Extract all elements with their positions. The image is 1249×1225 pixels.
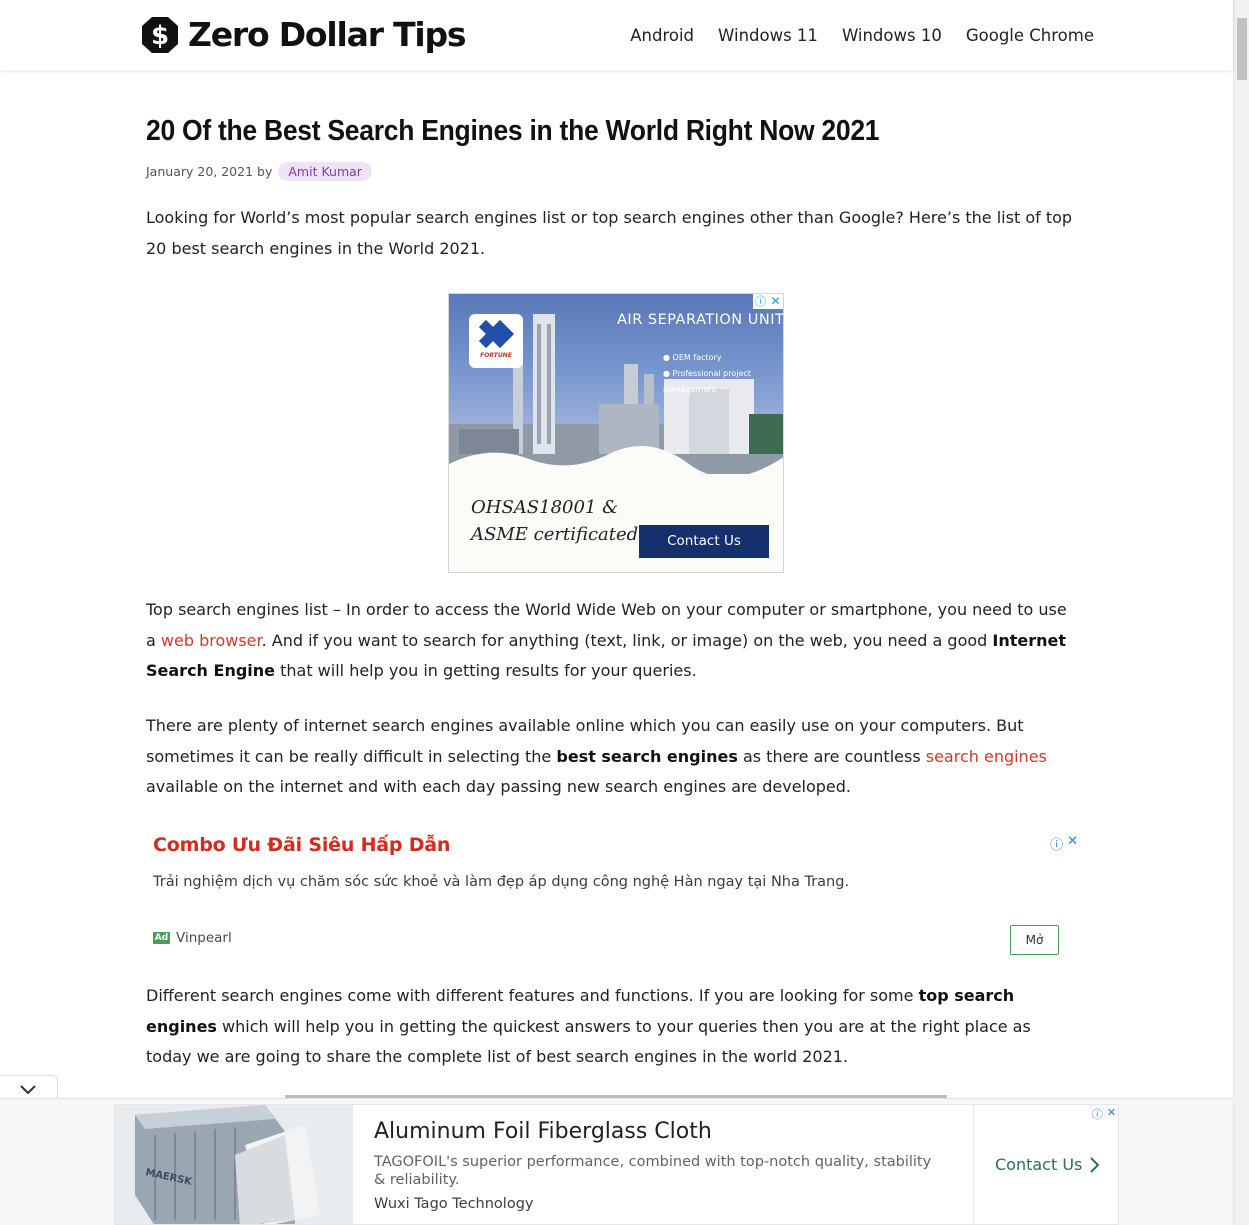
page-scrollbar[interactable] [1233, 0, 1249, 1225]
fortune-logo: FORTUNE [469, 314, 523, 368]
nav-item-windows-10[interactable]: Windows 10 [842, 24, 942, 48]
paragraph-2-bold: best search engines [556, 746, 738, 766]
dollar-logo-icon: $ [140, 15, 180, 55]
anchor-ad-headline[interactable]: Aluminum Foil Fiberglass Cloth [374, 1119, 712, 1144]
search-engines-link[interactable]: search engines [926, 747, 1047, 766]
site-header: $ Zero Dollar Tips Android Windows 11 Wi… [0, 0, 1233, 70]
chevron-down-icon [20, 1085, 36, 1095]
scrollbar-thumb[interactable] [1237, 18, 1247, 80]
text-ad-headline[interactable]: Combo Ưu Đãi Siêu Hấp Dẫn [153, 834, 450, 856]
paragraph-2: There are plenty of internet search engi… [146, 711, 1086, 803]
svg-text:$: $ [151, 21, 169, 51]
nav-item-windows-11[interactable]: Windows 11 [718, 24, 818, 48]
paragraph-1-text-c: that will help you in getting results fo… [275, 661, 697, 680]
ad-choices[interactable]: ⓘ ✕ [753, 294, 783, 309]
paragraph-2-text-c: available on the internet and with each … [146, 777, 852, 796]
paragraph-1-text-b: . And if you want to search for anything… [261, 630, 993, 650]
author-link[interactable]: Amit Kumar [278, 161, 372, 181]
anchor-ad-contact-label: Contact Us [995, 1155, 1083, 1174]
cert-line-1: OHSAS18001 & [471, 497, 619, 518]
ad-info-icon[interactable]: ⓘ [753, 294, 768, 309]
anchor-ad-description: TAGOFOIL's superior performance, combine… [374, 1154, 932, 1188]
text-ad-vinpearl[interactable]: Combo Ưu Đãi Siêu Hấp Dẫn Trải nghiệm dị… [146, 826, 1086, 966]
ad-bullets: ● OEM factory ● Professional project man… [663, 350, 783, 398]
paragraph-3: Different search engines come with diffe… [146, 981, 1081, 1073]
text-ad-advertiser[interactable]: Vinpearl [176, 930, 232, 946]
anchor-ad-advertiser[interactable]: Wuxi Tago Technology [374, 1196, 533, 1212]
cert-line-2: ASME certificated [471, 524, 639, 545]
ad-close-icon[interactable]: ✕ [768, 294, 783, 309]
chevron-right-icon [1090, 1156, 1100, 1173]
main-nav: Android Windows 11 Windows 10 Google Chr… [606, 24, 1094, 48]
text-ad-open-button[interactable]: Mở [1010, 925, 1059, 955]
paragraph-3-text-a: Different search engines come with diffe… [146, 986, 919, 1005]
nav-item-android[interactable]: Android [630, 24, 694, 48]
article-meta: January 20, 2021 by Amit Kumar [146, 160, 1086, 182]
ad-bullet: ● Professional project management [663, 369, 751, 394]
article: 20 Of the Best Search Engines in the Wor… [146, 110, 1086, 1066]
anchor-ad-contact-button[interactable]: Contact Us [995, 1155, 1100, 1174]
ad-info-icon[interactable]: ⓘ [1092, 1106, 1103, 1122]
intro-paragraph: Looking for World’s most popular search … [146, 208, 1073, 258]
web-browser-link[interactable]: web browser [161, 631, 262, 650]
post-date: January 20, 2021 [146, 163, 254, 179]
anchor-ad-choices[interactable]: ⓘ ✕ [1088, 1106, 1116, 1122]
anchor-ad-foil-cloth[interactable]: MAERSK Aluminum Foil Fiberglass Cloth TA… [114, 1104, 1119, 1225]
ad-certification-text: OHSAS18001 & ASME certificated [471, 494, 638, 548]
text-ad-choices[interactable]: ⓘ ✕ [1046, 834, 1078, 853]
ad-close-icon[interactable]: ✕ [1067, 834, 1078, 853]
site-logo-text: Zero Dollar Tips [188, 15, 467, 54]
paragraph-1: Top search engines list – In order to ac… [146, 595, 1076, 687]
anchor-ad-image: MAERSK [115, 1105, 353, 1224]
site-logo[interactable]: $ Zero Dollar Tips [140, 15, 467, 55]
ad-badge: Ad [153, 932, 170, 944]
ad-contact-button[interactable]: Contact Us [639, 525, 769, 558]
ad-close-icon[interactable]: ✕ [1107, 1106, 1116, 1122]
text-ad-description: Trải nghiệm dịch vụ chăm sóc sức khoẻ và… [153, 874, 850, 890]
nav-item-google-chrome[interactable]: Google Chrome [966, 24, 1094, 48]
byline-label: by [257, 163, 273, 179]
paragraph-3-text-b: which will help you in getting the quick… [146, 1016, 1031, 1067]
article-title: 20 Of the Best Search Engines in the Wor… [146, 115, 880, 147]
ad-info-icon[interactable]: ⓘ [1050, 834, 1063, 853]
ad-headline: AIR SEPARATION UNIT [617, 312, 784, 328]
ad-bullet: ● OEM factory [663, 353, 722, 362]
ad-hero-image: FORTUNE AIR SEPARATION UNIT ● OEM factor… [449, 294, 784, 474]
paragraph-2-text-b: as there are countless [737, 746, 926, 766]
fortune-logo-text: FORTUNE [480, 352, 512, 359]
display-ad-air-separation[interactable]: FORTUNE AIR SEPARATION UNIT ● OEM factor… [448, 293, 784, 573]
anchor-ad-divider [973, 1105, 974, 1224]
